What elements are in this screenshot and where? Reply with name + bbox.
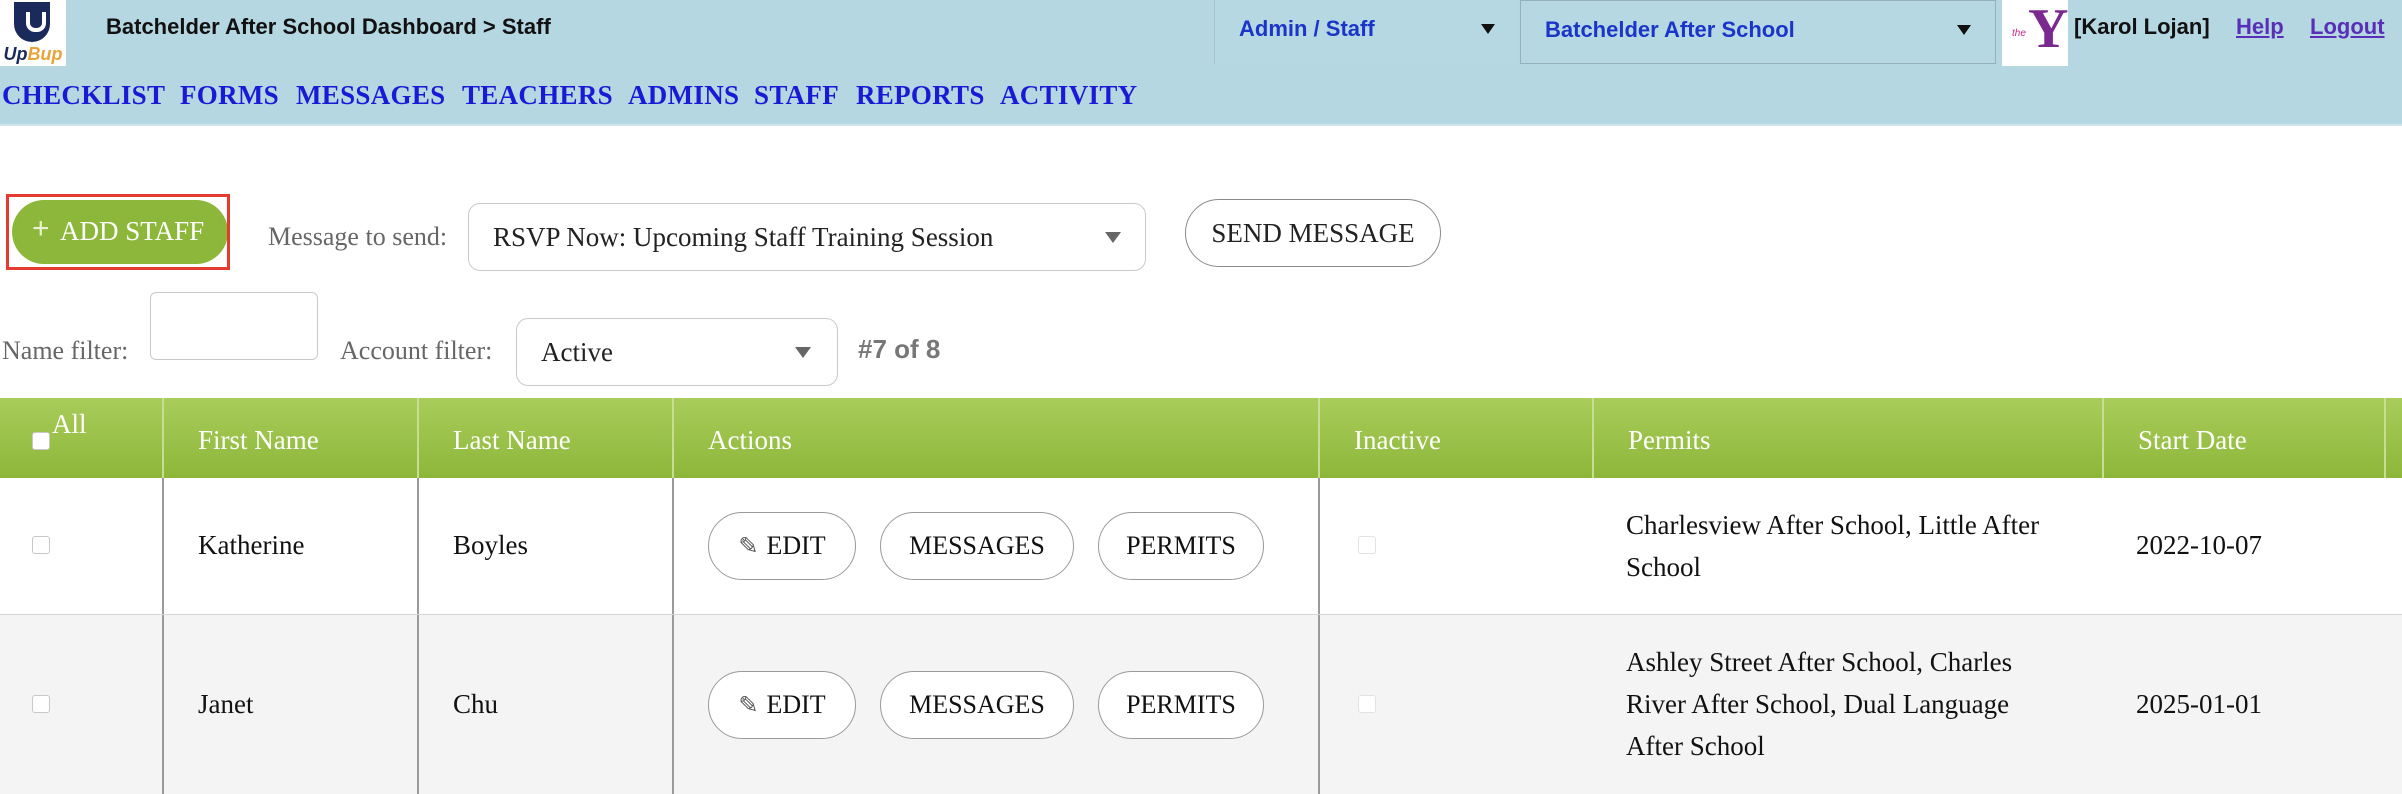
- first-name-cell: Janet: [198, 689, 254, 719]
- table-header: All First Name Last Name Actions Inactiv…: [0, 398, 2402, 478]
- nav-checklist[interactable]: CHECKLIST: [2, 80, 165, 111]
- message-select[interactable]: RSVP Now: Upcoming Staff Training Sessio…: [468, 203, 1146, 271]
- message-label: Message to send:: [268, 222, 448, 251]
- messages-button[interactable]: MESSAGES: [880, 512, 1074, 580]
- highlight-box: [6, 194, 230, 270]
- account-filter-value: Active: [541, 337, 613, 367]
- name-filter-label: Name filter:: [2, 336, 129, 365]
- nav-teachers[interactable]: TEACHERS: [462, 80, 613, 111]
- table-row: Katherine Boyles ✎ EDIT MESSAGES PERMITS …: [0, 478, 2402, 615]
- header-inactive[interactable]: Inactive: [1354, 398, 1441, 478]
- main-nav: CHECKLIST FORMS MESSAGES TEACHERS ADMINS…: [0, 66, 2402, 126]
- account-filter-select[interactable]: Active: [516, 318, 838, 386]
- upbup-logo[interactable]: UpBup: [0, 0, 66, 66]
- pencil-icon: ✎: [738, 691, 759, 719]
- logout-link[interactable]: Logout: [2310, 14, 2385, 40]
- inactive-checkbox[interactable]: [1358, 695, 1376, 713]
- header-actions: Actions: [708, 425, 792, 455]
- inactive-checkbox[interactable]: [1358, 536, 1376, 554]
- account-filter-label: Account filter:: [340, 336, 493, 365]
- edit-button[interactable]: ✎ EDIT: [708, 671, 856, 739]
- role-select-value: Admin / Staff: [1239, 16, 1375, 41]
- breadcrumb: Batchelder After School Dashboard > Staf…: [106, 14, 551, 39]
- messages-button[interactable]: MESSAGES: [880, 671, 1074, 739]
- header-all: All: [52, 409, 87, 439]
- help-link[interactable]: Help: [2236, 14, 2284, 40]
- row-select-checkbox[interactable]: [32, 695, 50, 713]
- staff-table: All First Name Last Name Actions Inactiv…: [0, 398, 2402, 794]
- header-start-date[interactable]: Start Date: [2138, 398, 2247, 478]
- nav-admins[interactable]: ADMINS: [628, 80, 739, 111]
- school-select-value: Batchelder After School: [1545, 17, 1795, 42]
- chevron-down-icon: [1481, 24, 1495, 34]
- select-all-checkbox[interactable]: [32, 432, 50, 450]
- role-select[interactable]: Admin / Staff: [1214, 0, 1517, 64]
- permits-cell: Charlesview After School, Little After S…: [1626, 510, 2040, 582]
- permits-cell: Ashley Street After School, Charles Rive…: [1626, 647, 2013, 761]
- header-last-name[interactable]: Last Name: [453, 398, 571, 478]
- table-row: Janet Chu ✎ EDIT MESSAGES PERMITS Ashley …: [0, 615, 2402, 794]
- header-first-name[interactable]: First Name: [198, 398, 319, 478]
- upbup-logo-mark: [14, 2, 50, 42]
- name-filter-input[interactable]: [150, 292, 318, 360]
- record-counter: #7 of 8: [858, 334, 941, 364]
- current-user: [Karol Lojan]: [2074, 14, 2210, 39]
- start-date-cell: 2025-01-01: [2136, 689, 2262, 719]
- send-message-button[interactable]: SEND MESSAGE: [1185, 199, 1441, 267]
- pencil-icon: ✎: [738, 532, 759, 560]
- nav-messages[interactable]: MESSAGES: [296, 80, 445, 111]
- chevron-down-icon: [1957, 25, 1971, 35]
- last-name-cell: Chu: [453, 689, 499, 719]
- top-bar: UpBup Batchelder After School Dashboard …: [0, 0, 2402, 66]
- school-select[interactable]: Batchelder After School: [1520, 0, 1996, 64]
- partner-logo: the Y: [2002, 0, 2068, 66]
- upbup-logo-text: UpBup: [3, 44, 63, 64]
- chevron-down-icon: [795, 347, 811, 358]
- nav-staff[interactable]: STAFF: [754, 80, 839, 111]
- row-select-checkbox[interactable]: [32, 536, 50, 554]
- start-date-cell: 2022-10-07: [2136, 530, 2262, 560]
- last-name-cell: Boyles: [453, 530, 529, 560]
- nav-forms[interactable]: FORMS: [180, 80, 279, 111]
- permits-button[interactable]: PERMITS: [1098, 671, 1264, 739]
- message-select-value: RSVP Now: Upcoming Staff Training Sessio…: [493, 222, 994, 252]
- nav-activity[interactable]: ACTIVITY: [1000, 80, 1137, 111]
- edit-button[interactable]: ✎ EDIT: [708, 512, 856, 580]
- chevron-down-icon: [1105, 232, 1121, 243]
- permits-button[interactable]: PERMITS: [1098, 512, 1264, 580]
- first-name-cell: Katherine: [198, 530, 305, 560]
- nav-reports[interactable]: REPORTS: [856, 80, 985, 111]
- header-permits[interactable]: Permits: [1628, 398, 1711, 478]
